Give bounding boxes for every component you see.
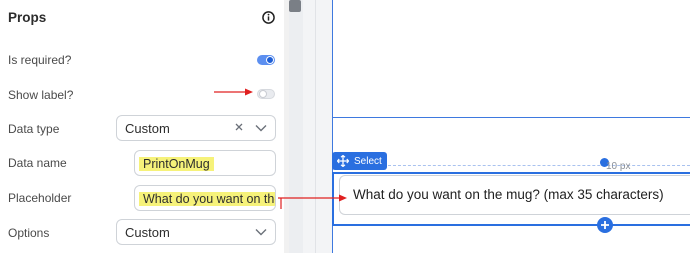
toggle-knob [259, 90, 267, 98]
panel-title: Props [8, 10, 47, 25]
select-handle-button[interactable]: Select [332, 152, 387, 170]
add-element-button[interactable] [597, 217, 613, 233]
section-boundary [332, 117, 690, 118]
data-name-label: Data name [8, 156, 67, 170]
spacing-label: 10 px [606, 161, 631, 172]
info-icon[interactable] [262, 11, 275, 24]
placeholder-value: What do you want on the mug? (max 35 cha… [139, 192, 275, 206]
chevron-down-icon [255, 125, 267, 132]
input-placeholder-text: What do you want on the mug? (max 35 cha… [353, 187, 664, 202]
is-required-label: Is required? [8, 53, 72, 67]
spacing-guide [388, 165, 690, 166]
toggle-knob [266, 56, 274, 64]
data-type-label: Data type [8, 122, 60, 136]
canvas-gutter [289, 0, 303, 253]
annotation-arrow [214, 88, 253, 96]
canvas-divider [315, 0, 316, 253]
annotation-arrow [278, 194, 347, 209]
plus-icon [601, 221, 609, 229]
show-label-toggle[interactable] [257, 89, 275, 99]
placeholder-label: Placeholder [8, 191, 72, 205]
data-type-value: Custom [125, 121, 170, 136]
collapse-panel-icon[interactable] [289, 0, 301, 12]
options-select[interactable]: Custom [116, 219, 276, 245]
props-panel: Props Is required? Show label? Data type… [0, 0, 289, 253]
show-label-label: Show label? [8, 88, 74, 102]
move-icon [337, 155, 349, 167]
select-label: Select [354, 156, 382, 167]
chevron-down-icon [255, 229, 267, 236]
close-icon[interactable] [234, 122, 244, 132]
data-type-select[interactable]: Custom [116, 115, 276, 141]
placeholder-input[interactable]: What do you want on the mug? (max 35 cha… [134, 185, 276, 211]
is-required-toggle[interactable] [257, 55, 275, 65]
options-label: Options [8, 226, 50, 240]
options-value: Custom [125, 225, 170, 240]
data-name-value: PrintOnMug [139, 157, 214, 171]
data-name-input[interactable]: PrintOnMug [134, 150, 276, 176]
